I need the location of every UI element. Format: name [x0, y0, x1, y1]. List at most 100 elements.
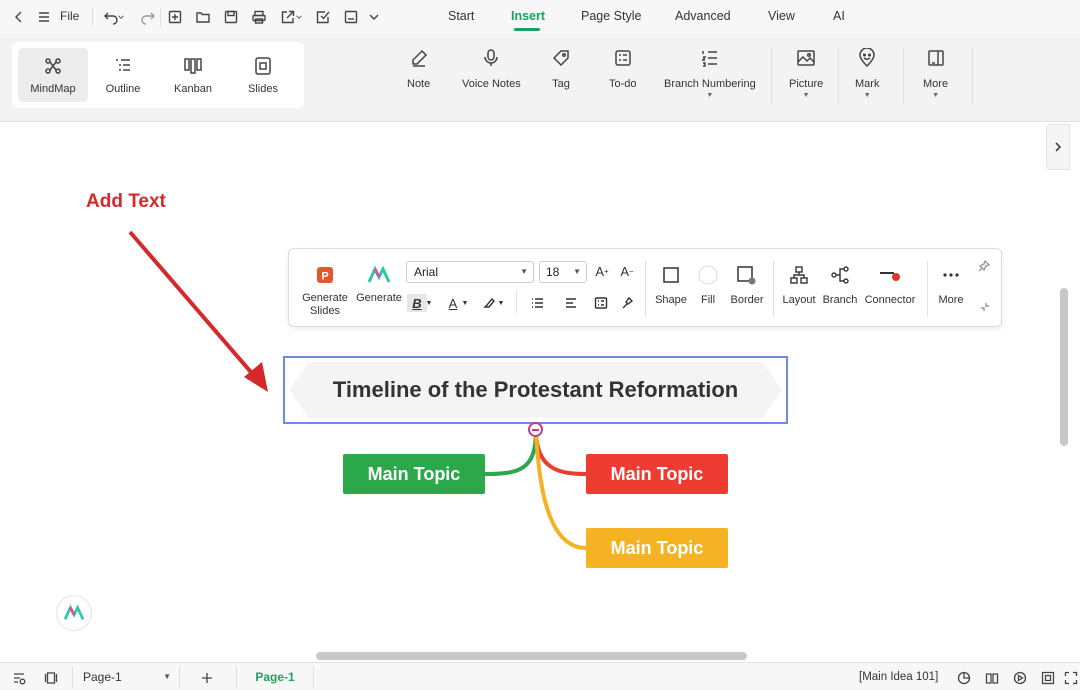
check-box-icon[interactable] — [313, 7, 333, 27]
tab-view[interactable]: View — [768, 9, 795, 23]
page-tab[interactable]: Page-1 — [236, 666, 314, 688]
tab-advanced[interactable]: Advanced — [675, 9, 731, 23]
branch-button[interactable]: Branch — [821, 265, 859, 307]
horizontal-scrollbar[interactable] — [316, 652, 747, 660]
border-button[interactable]: Border — [726, 265, 768, 307]
note-button[interactable]: Note — [407, 48, 430, 90]
back-icon[interactable] — [9, 7, 29, 27]
divider — [160, 8, 161, 26]
format-painter-icon[interactable] — [617, 294, 637, 312]
voice-notes-button[interactable]: Voice Notes — [462, 48, 521, 90]
central-topic-text[interactable]: Timeline of the Protestant Reformation — [333, 377, 738, 403]
view-switcher: MindMap Outline Kanban Slides — [12, 42, 304, 108]
font-size-select[interactable]: 18 ▼ — [539, 261, 587, 283]
todo-button[interactable]: To-do — [609, 48, 637, 90]
theme-icon[interactable] — [956, 670, 972, 686]
redo-icon[interactable] — [138, 7, 158, 27]
connector-button[interactable]: Connector — [861, 265, 919, 307]
microphone-icon — [484, 49, 499, 66]
tab-ai[interactable]: AI — [833, 9, 845, 23]
font-color-icon[interactable]: A — [443, 294, 463, 312]
font-family-select[interactable]: Arial ▼ — [406, 261, 534, 283]
more-dropdown-icon[interactable] — [366, 7, 382, 27]
print-icon[interactable] — [249, 7, 269, 27]
chevron-down-icon[interactable]: ▼ — [425, 294, 433, 312]
highlighter-icon[interactable] — [479, 294, 499, 312]
play-icon[interactable] — [1012, 670, 1028, 686]
fill-label: Fill — [700, 294, 716, 306]
picture-button[interactable]: Picture ▼ — [789, 48, 823, 99]
decrease-font-icon[interactable]: A − — [617, 262, 637, 280]
align-icon[interactable] — [561, 294, 581, 312]
main-topic-node[interactable]: Main Topic — [343, 454, 485, 494]
export-dropdown-icon[interactable] — [294, 7, 304, 27]
voice-notes-label: Voice Notes — [462, 78, 521, 90]
pin-icon[interactable] — [977, 259, 991, 273]
note-icon — [411, 49, 427, 67]
view-mindmap-button[interactable]: MindMap — [18, 48, 88, 102]
side-panel-toggle[interactable] — [1046, 124, 1070, 170]
view-kanban-button[interactable]: Kanban — [158, 48, 228, 102]
ai-assistant-button[interactable] — [56, 595, 92, 631]
status-bar: Page-1 ▼ Page-1 [Main Idea 101] — [0, 662, 1080, 690]
view-slides-button[interactable]: Slides — [228, 48, 298, 102]
increase-font-icon[interactable]: A + — [592, 262, 612, 280]
fill-button[interactable]: Fill — [690, 265, 726, 307]
outline-panel-icon[interactable] — [11, 670, 27, 686]
svg-text:P: P — [321, 271, 328, 283]
chevron-down-icon[interactable]: ▼ — [461, 294, 469, 312]
font-family-value: Arial — [414, 265, 439, 279]
tab-start[interactable]: Start — [448, 9, 474, 23]
collapse-toolbar-icon[interactable] — [979, 301, 991, 313]
view-label: Slides — [248, 83, 278, 95]
tab-page-style[interactable]: Page Style — [581, 9, 641, 23]
mark-label: Mark — [855, 78, 880, 90]
shape-label: Shape — [655, 294, 687, 306]
collapse-branch-icon[interactable] — [528, 422, 543, 437]
file-menu[interactable]: File — [60, 9, 79, 23]
add-page-icon[interactable] — [199, 670, 215, 686]
save-as-icon[interactable] — [341, 7, 361, 27]
fill-icon — [698, 265, 718, 285]
text-box-icon[interactable] — [591, 294, 611, 312]
list-icon[interactable] — [527, 294, 547, 312]
branch-numbering-button[interactable]: Branch Numbering ▼ — [664, 48, 756, 99]
branch-label: Branch — [822, 294, 858, 306]
mark-button[interactable]: Mark ▼ — [855, 48, 879, 99]
fit-screen-icon[interactable] — [1040, 670, 1056, 686]
border-icon — [737, 266, 756, 285]
central-topic[interactable]: Timeline of the Protestant Reformation — [283, 356, 788, 424]
fullscreen-icon[interactable] — [1063, 670, 1079, 686]
branch-numbering-label: Branch Numbering — [664, 78, 756, 90]
open-folder-icon[interactable] — [193, 7, 213, 27]
chevron-down-icon: ▼ — [802, 92, 810, 99]
save-icon[interactable] — [221, 7, 241, 27]
main-topic-node[interactable]: Main Topic — [586, 528, 728, 568]
toolbar-more-label: More — [938, 294, 964, 306]
ai-logo-icon — [63, 604, 85, 620]
bold-icon[interactable]: B — [407, 294, 427, 312]
shape-button[interactable]: Shape — [651, 265, 691, 307]
view-outline-button[interactable]: Outline — [88, 48, 158, 102]
page-panel-icon[interactable] — [43, 670, 59, 686]
layout-button[interactable]: Layout — [779, 265, 819, 307]
main-topic-node[interactable]: Main Topic — [586, 454, 728, 494]
menu-icon[interactable] — [34, 7, 54, 27]
vertical-scrollbar[interactable] — [1060, 288, 1068, 446]
undo-dropdown-icon[interactable] — [116, 7, 126, 27]
divider — [645, 261, 646, 317]
generate-button[interactable]: Generate — [355, 265, 403, 305]
tag-button[interactable]: Tag — [551, 48, 571, 90]
tab-insert[interactable]: Insert — [511, 9, 545, 23]
divider — [773, 261, 774, 317]
more-button[interactable]: More ▼ — [923, 48, 948, 99]
generate-slides-button[interactable]: P Generate Slides — [299, 265, 351, 318]
chevron-down-icon[interactable]: ▼ — [497, 294, 505, 312]
new-file-icon[interactable] — [165, 7, 185, 27]
view-label: MindMap — [30, 83, 76, 95]
picture-label: Picture — [789, 78, 824, 90]
book-icon[interactable] — [984, 670, 1000, 686]
generate-label: Generate — [356, 292, 402, 304]
page-select[interactable]: Page-1 ▼ — [72, 666, 180, 688]
toolbar-more-button[interactable]: More — [933, 265, 969, 307]
